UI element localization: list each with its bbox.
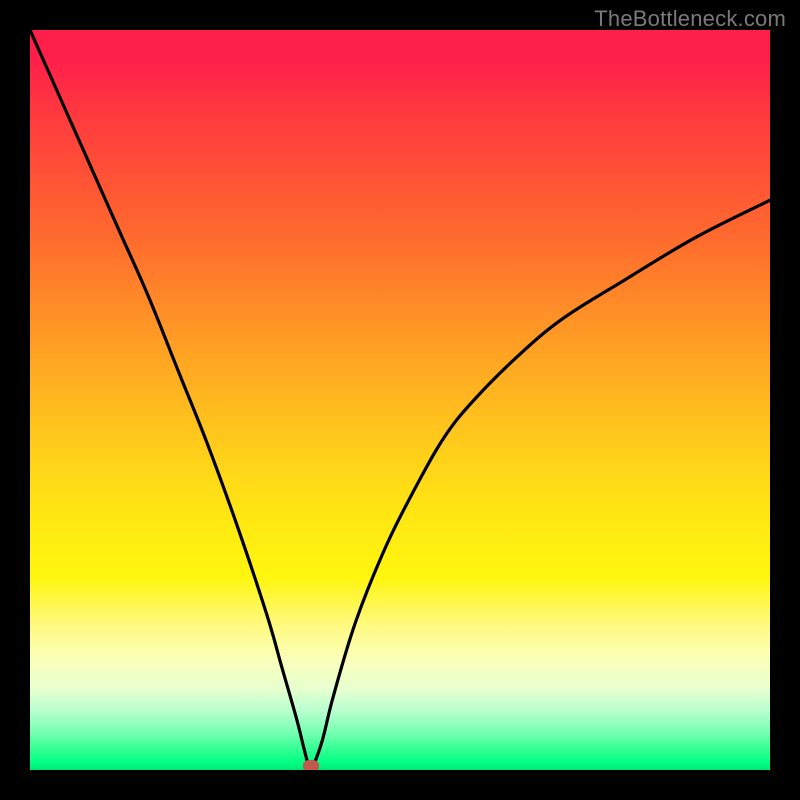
- chart-container: TheBottleneck.com: [0, 0, 800, 800]
- watermark-text: TheBottleneck.com: [594, 6, 786, 32]
- bottleneck-curve: [30, 30, 770, 769]
- plot-area: [30, 30, 770, 770]
- optimal-point-marker: [303, 760, 319, 770]
- curve-svg: [30, 30, 770, 770]
